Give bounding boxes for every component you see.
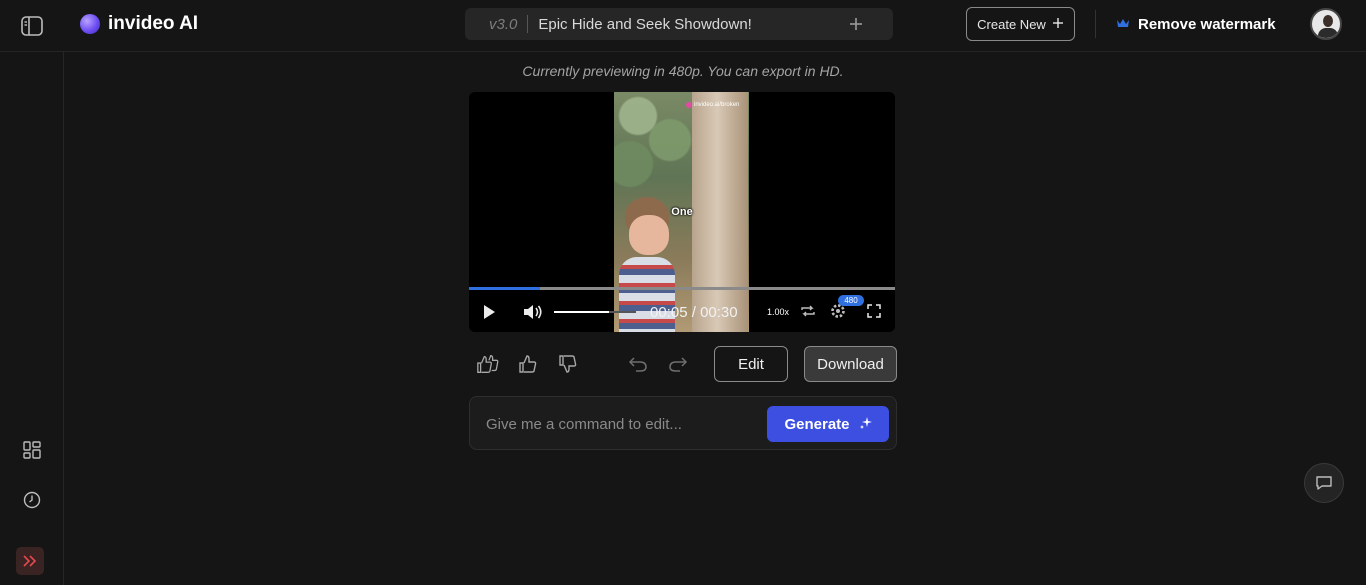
double-thumbs-up-icon[interactable] bbox=[476, 352, 500, 376]
edit-button[interactable]: Edit bbox=[714, 346, 788, 382]
watermark-text: invideo.ai/broken bbox=[694, 102, 739, 108]
download-button[interactable]: Download bbox=[804, 346, 897, 382]
user-avatar[interactable] bbox=[1310, 8, 1342, 40]
progress-fill bbox=[469, 287, 540, 290]
volume-icon[interactable] bbox=[522, 302, 544, 322]
generate-button[interactable]: Generate bbox=[767, 406, 889, 442]
history-clock-icon[interactable] bbox=[20, 488, 44, 512]
player-controls: 00:05 / 00:30 1.00x 480 bbox=[469, 298, 895, 326]
playback-speed[interactable]: 1.00x bbox=[767, 307, 789, 317]
create-new-label: Create New bbox=[977, 17, 1046, 32]
left-sidebar bbox=[0, 52, 64, 585]
video-watermark: invideo.ai/broken bbox=[686, 102, 739, 108]
generate-label: Generate bbox=[784, 416, 849, 433]
child-face bbox=[629, 215, 669, 255]
command-input[interactable] bbox=[486, 413, 756, 435]
volume-slider[interactable] bbox=[554, 311, 636, 313]
video-caption: One bbox=[469, 206, 895, 218]
quality-badge: 480 bbox=[838, 295, 864, 306]
redo-icon[interactable] bbox=[666, 352, 690, 376]
time-separator: / bbox=[688, 304, 701, 321]
loop-icon[interactable] bbox=[799, 302, 817, 320]
avatar-body bbox=[1318, 28, 1338, 40]
volume-fill bbox=[554, 311, 609, 313]
command-box: Generate bbox=[469, 396, 897, 450]
remove-watermark-button[interactable]: Remove watermark bbox=[1116, 12, 1276, 36]
fullscreen-icon[interactable] bbox=[866, 302, 882, 320]
video-background-foliage bbox=[614, 92, 694, 212]
expand-chevrons-icon[interactable] bbox=[16, 547, 44, 575]
plus-icon bbox=[1052, 17, 1064, 32]
header-divider bbox=[1095, 10, 1096, 38]
thumbs-up-icon[interactable] bbox=[516, 352, 540, 376]
brand-logo[interactable]: invideo AI bbox=[80, 12, 198, 36]
current-time: 00:05 bbox=[650, 304, 688, 321]
version-label[interactable]: v3.0 bbox=[489, 16, 517, 33]
dashboard-icon[interactable] bbox=[20, 438, 44, 462]
thumbs-down-icon[interactable] bbox=[556, 352, 580, 376]
brand-name: invideo AI bbox=[108, 13, 198, 35]
add-version-icon[interactable] bbox=[849, 14, 863, 37]
time-display: 00:05 / 00:30 bbox=[650, 304, 738, 321]
project-title[interactable]: Epic Hide and Seek Showdown! bbox=[538, 16, 751, 33]
play-icon[interactable] bbox=[481, 302, 497, 322]
undo-icon[interactable] bbox=[626, 352, 650, 376]
watermark-logo-icon bbox=[686, 102, 692, 108]
crown-icon bbox=[1116, 16, 1130, 33]
duration: 00:30 bbox=[700, 304, 738, 321]
brand-mark-icon bbox=[80, 14, 100, 34]
avatar-head bbox=[1323, 15, 1333, 27]
title-divider bbox=[527, 15, 528, 33]
sidebar-toggle-icon[interactable] bbox=[20, 14, 44, 38]
create-new-button[interactable]: Create New bbox=[966, 7, 1075, 41]
progress-bar[interactable] bbox=[469, 287, 895, 290]
project-title-bar[interactable]: v3.0 Epic Hide and Seek Showdown! bbox=[465, 8, 893, 40]
top-bar: invideo AI v3.0 Epic Hide and Seek Showd… bbox=[0, 0, 1366, 52]
video-player[interactable]: invideo.ai/broken One 00:05 / 00:30 1.00… bbox=[469, 92, 895, 332]
chat-support-icon[interactable] bbox=[1304, 463, 1344, 503]
preview-note: Currently previewing in 480p. You can ex… bbox=[0, 63, 1366, 79]
remove-watermark-label: Remove watermark bbox=[1138, 16, 1276, 33]
action-row: Edit Download bbox=[469, 346, 897, 382]
sparkle-icon bbox=[860, 416, 872, 433]
